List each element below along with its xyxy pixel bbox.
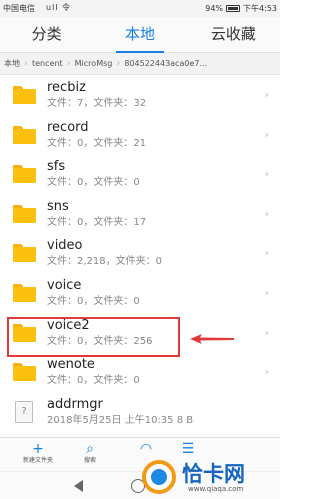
tab-bar: 分类 本地 云收藏 xyxy=(0,17,280,53)
folder-icon xyxy=(13,165,36,184)
folder-icon xyxy=(13,244,36,263)
folder-icon xyxy=(13,283,36,302)
menu-icon: ☰ xyxy=(181,441,195,457)
breadcrumb-item-micromsg[interactable]: MicroMsg xyxy=(71,59,117,68)
item-meta: 文件：0，文件夹：17 xyxy=(47,216,147,228)
watermark-title: 恰卡网 xyxy=(182,462,245,486)
item-meta: 文件：7，文件夹：32 xyxy=(47,98,147,109)
chevron-right-icon: › xyxy=(264,365,269,379)
breadcrumb-item-local[interactable]: 本地 xyxy=(0,58,24,69)
menu-button[interactable]: ☰ xyxy=(160,441,216,457)
list-item-record[interactable]: record 文件：0，文件夹：21 › xyxy=(0,116,280,156)
watermark-url: www.qiaqa.com xyxy=(188,485,244,493)
file-list: recbiz 文件：7，文件夹：32 › record 文件：0，文件夹：21 … xyxy=(0,76,280,432)
watermark: 恰卡网 www.qiaqa.com xyxy=(136,458,280,499)
item-meta: 文件：2,218，文件夹：0 xyxy=(47,256,162,268)
clock: 下午4:53 xyxy=(243,4,277,13)
chevron-right-icon: › xyxy=(264,127,269,141)
chevron-right-icon: › xyxy=(264,246,269,260)
folder-icon xyxy=(13,363,36,382)
list-item-sns[interactable]: sns 文件：0，文件夹：17 › xyxy=(0,195,280,235)
folder-icon xyxy=(13,125,36,144)
item-name: recbiz xyxy=(47,80,86,95)
chevron-right-icon: › xyxy=(264,167,269,181)
plus-icon: + xyxy=(32,441,44,457)
list-item-video[interactable]: video 文件：2,218，文件夹：0 › xyxy=(0,234,280,274)
list-item-sfs[interactable]: sfs 文件：0，文件夹：0 › xyxy=(0,155,280,195)
status-bar: 中国电信 ull 令 94% 下午4:53 xyxy=(0,0,280,17)
battery-icon xyxy=(226,5,241,12)
item-name: video xyxy=(47,238,83,254)
chevron-right-icon: › xyxy=(264,325,269,339)
search-icon: ⌕ xyxy=(86,441,94,457)
search-button[interactable]: ⌕ 搜索 xyxy=(62,441,118,465)
back-icon[interactable] xyxy=(74,480,83,492)
item-name: record xyxy=(47,119,89,135)
chevron-right-icon: › xyxy=(264,88,269,101)
item-name: voice xyxy=(47,277,82,293)
item-meta: 文件：0，文件夹：0 xyxy=(47,375,140,387)
item-name: sns xyxy=(47,198,69,214)
battery-percent: 94% xyxy=(205,4,224,13)
folder-icon xyxy=(13,204,36,223)
item-meta: 2018年5月25日 上午10:35 8 B xyxy=(47,414,194,426)
tab-local[interactable]: 本地 xyxy=(93,17,186,52)
arrow-left-icon xyxy=(190,334,234,344)
item-name: wenote xyxy=(47,357,95,373)
search-label: 搜索 xyxy=(83,457,96,464)
new-folder-label: 新建文件夹 xyxy=(22,457,53,464)
chevron-right-icon: › xyxy=(264,285,269,299)
highlight-box xyxy=(7,317,180,357)
item-name: sfs xyxy=(47,159,66,175)
new-folder-button[interactable]: + 新建文件夹 xyxy=(10,441,66,465)
signal-icon: ull 令 xyxy=(46,3,72,12)
folder-icon xyxy=(13,86,36,104)
item-meta: 文件：0，文件夹：21 xyxy=(47,137,147,149)
unknown-file-icon: ? xyxy=(15,400,33,423)
item-meta: 文件：0，文件夹：0 xyxy=(47,295,140,307)
list-item-recbiz[interactable]: recbiz 文件：7，文件夹：32 › xyxy=(0,76,280,116)
list-item-voice[interactable]: voice 文件：0，文件夹：0 › xyxy=(0,274,280,314)
watermark-logo-icon xyxy=(142,460,176,494)
tab-categories[interactable]: 分类 xyxy=(0,17,93,52)
tab-cloud-favorites[interactable]: 云收藏 xyxy=(187,17,280,52)
carrier-label: 中国电信 xyxy=(3,4,35,13)
breadcrumb-item-tencent[interactable]: tencent xyxy=(28,59,67,68)
breadcrumb: 本地 › tencent › MicroMsg › 804522443aca0e… xyxy=(0,53,280,75)
breadcrumb-item-account[interactable]: 804522443aca0e7... xyxy=(120,59,211,68)
list-item-wenote[interactable]: wenote 文件：0，文件夹：0 › xyxy=(0,353,280,393)
list-item-addrmgr[interactable]: ? addrmgr 2018年5月25日 上午10:35 8 B xyxy=(0,393,280,433)
item-name: addrmgr xyxy=(47,396,103,412)
chevron-right-icon: › xyxy=(264,206,269,220)
item-meta: 文件：0，文件夹：0 xyxy=(47,177,140,189)
